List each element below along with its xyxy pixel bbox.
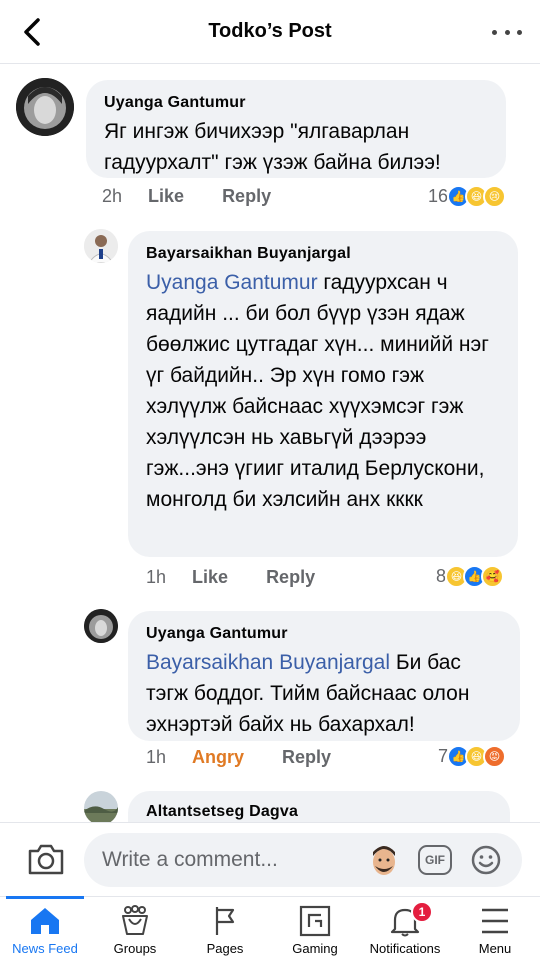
tab-label: Menu	[478, 941, 512, 956]
sad-reaction-icon: 😢	[483, 185, 507, 208]
tab-label: Groups	[113, 941, 157, 956]
comment-author[interactable]: Altantsetseg Dagva	[146, 803, 492, 821]
camera-button[interactable]	[26, 841, 66, 877]
angry-reaction-icon: 😡	[483, 745, 507, 768]
reply-button[interactable]: Reply	[266, 567, 315, 588]
home-icon	[31, 908, 59, 934]
avatar-sticker-icon	[373, 846, 395, 875]
emoji-icon	[471, 845, 501, 875]
comment-input[interactable]: Write a comment... GIF	[84, 833, 522, 887]
avatar-photo	[84, 229, 118, 263]
comment-text: Bayarsaikhan Buyanjargal Би бас тэгж бод…	[146, 647, 502, 740]
avatar-photo	[84, 609, 118, 643]
comment-bubble[interactable]: Bayarsaikhan Buyanjargal Uyanga Gantumur…	[128, 231, 518, 557]
tab-groups[interactable]: Groups	[90, 897, 180, 960]
tab-gaming[interactable]: Gaming	[270, 897, 360, 960]
comment-time: 2h	[102, 186, 123, 206]
avatar[interactable]	[84, 229, 118, 263]
dot-icon	[504, 29, 510, 35]
comment-composer: Write a comment... GIF	[0, 822, 540, 896]
like-button[interactable]: Like	[148, 186, 184, 207]
comment-author[interactable]: Uyanga Gantumur	[146, 625, 502, 643]
comment-author[interactable]: Uyanga Gantumur	[104, 94, 488, 112]
menu-icon	[482, 908, 508, 934]
tab-menu[interactable]: Menu	[450, 897, 540, 960]
comment-placeholder: Write a comment...	[102, 848, 278, 871]
top-bar: Todko’s Post	[0, 0, 540, 64]
comment-time: 1h	[146, 567, 167, 587]
tab-label: Notifications	[369, 941, 441, 956]
tab-label: News Feed	[12, 941, 78, 956]
reaction-count: 16	[428, 186, 449, 206]
comment-actions: 1h Angry Reply	[146, 747, 369, 768]
gif-button[interactable]: GIF	[418, 845, 452, 875]
tab-notifications[interactable]: 1 Notifications	[360, 897, 450, 960]
comment-actions: 1h Like Reply	[146, 567, 353, 588]
tab-news-feed[interactable]: News Feed	[0, 896, 90, 960]
angry-reaction-button[interactable]: Angry	[192, 747, 244, 768]
care-reaction-icon: 🥰	[481, 565, 505, 588]
more-options-button[interactable]	[492, 18, 522, 46]
mention-link[interactable]: Uyanga Gantumur	[146, 271, 318, 294]
like-button[interactable]: Like	[192, 567, 228, 588]
notification-badge: 1	[411, 901, 433, 923]
emoji-button[interactable]	[470, 844, 502, 876]
avatar-photo	[16, 78, 74, 136]
bottom-tab-bar: News Feed Groups Pages Gaming 1 Notifica…	[0, 896, 540, 960]
avatar[interactable]	[84, 609, 118, 643]
avatar-sticker-button[interactable]	[366, 842, 402, 878]
dot-icon	[492, 29, 497, 35]
avatar-photo	[84, 791, 118, 825]
flag-icon	[215, 907, 235, 935]
reaction-summary[interactable]: 16 👍 😆 😢	[428, 185, 507, 208]
comment-author[interactable]: Bayarsaikhan Buyanjargal	[146, 245, 500, 263]
comment-text-body: гадуурхсан ч яадийн ... би бол бүүр үзэн…	[146, 271, 489, 511]
reaction-summary[interactable]: 7 👍 😆 😡	[438, 745, 507, 768]
dot-icon	[517, 29, 522, 35]
tab-label: Gaming	[292, 941, 338, 956]
tab-label: Pages	[206, 941, 244, 956]
reaction-summary[interactable]: 8 😆 👍 🥰	[436, 565, 505, 588]
comment-actions: 2h Like Reply	[102, 186, 309, 207]
page-title: Todko’s Post	[208, 20, 332, 42]
avatar[interactable]	[84, 791, 118, 825]
comment-bubble[interactable]: Uyanga Gantumur Bayarsaikhan Buyanjargal…	[128, 611, 520, 741]
groups-icon	[122, 905, 148, 935]
reply-button[interactable]: Reply	[222, 186, 271, 207]
reply-button[interactable]: Reply	[282, 747, 331, 768]
camera-icon	[28, 844, 64, 875]
tab-pages[interactable]: Pages	[180, 897, 270, 960]
comment-bubble[interactable]: Uyanga Gantumur Яг ингэж бичихээр "ялгав…	[86, 80, 506, 178]
gaming-icon	[299, 905, 331, 937]
comment-time: 1h	[146, 747, 167, 767]
comment-text: Uyanga Gantumur гадуурхсан ч яадийн ... …	[146, 267, 500, 515]
avatar[interactable]	[16, 78, 74, 136]
comment-text: Яг ингэж бичихээр "ялгаварлан гадуурхалт…	[104, 120, 441, 174]
mention-link[interactable]: Bayarsaikhan Buyanjargal	[146, 651, 390, 674]
